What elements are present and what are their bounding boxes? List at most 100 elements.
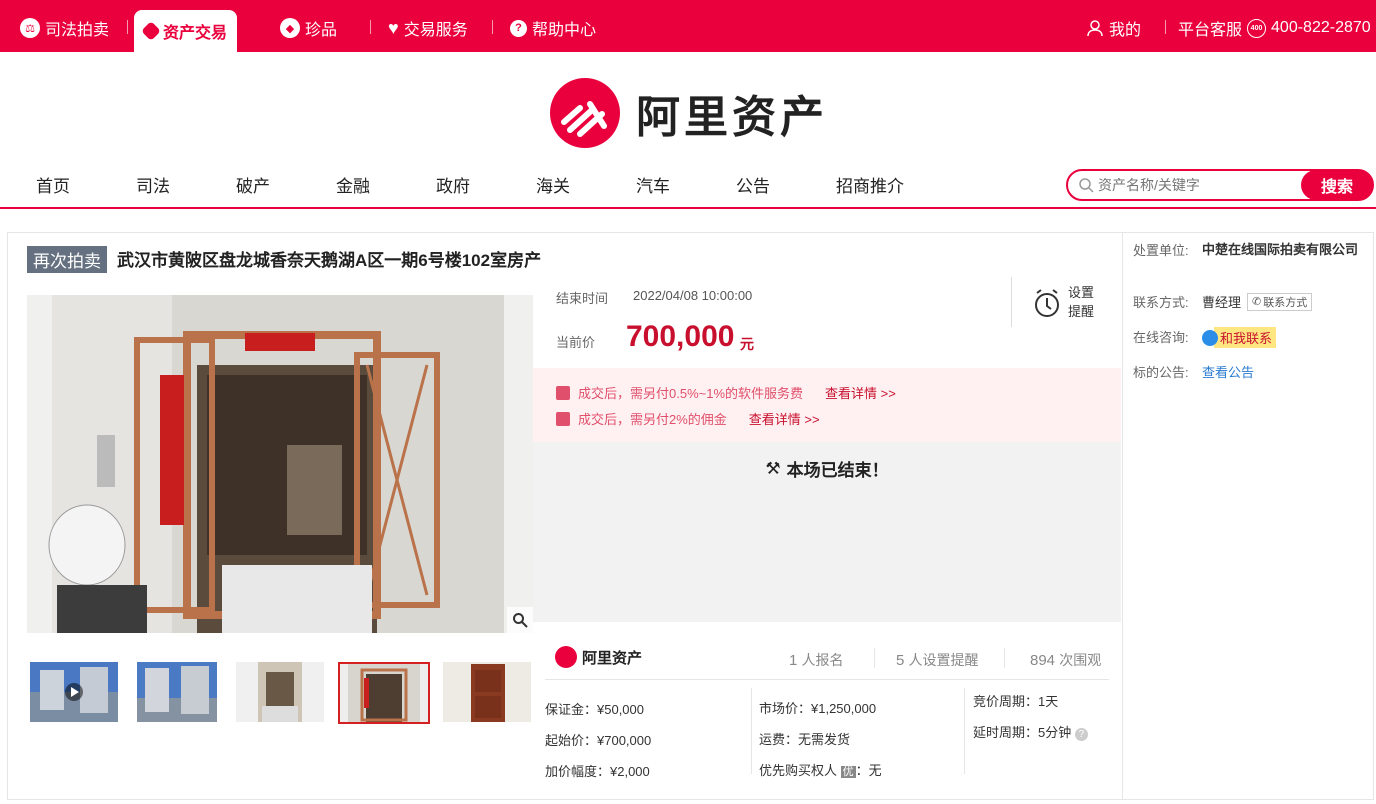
fee-row-service: 成交后，需另付0.5%~1%的软件服务费 查看详情 >>: [556, 383, 896, 402]
bid-period: 竞价周期：1天: [973, 694, 1059, 709]
auction-ended-panel: ⚒ 本场已结束！: [533, 442, 1121, 622]
diamond-icon: [141, 21, 161, 41]
zoom-icon[interactable]: [507, 607, 533, 633]
market-price: 市场价：¥1,250,000: [759, 701, 877, 716]
start-price: 起始价：¥700,000: [545, 733, 652, 748]
wallet-icon: [556, 411, 570, 426]
separator: [127, 20, 128, 34]
thumbnail-front-door[interactable]: [443, 662, 531, 722]
alarm-clock-icon: [1035, 289, 1059, 317]
gem-icon: ◆: [280, 18, 300, 38]
hotline-icon: 400: [1247, 18, 1267, 38]
heart-icon: ♥: [388, 17, 399, 38]
reminder-stat: 5 人设置提醒: [896, 652, 979, 669]
main-photo[interactable]: [27, 295, 533, 633]
help-icon[interactable]: ?: [1074, 728, 1088, 741]
thumbnail-building[interactable]: [137, 662, 225, 722]
re-auction-tag: 再次拍卖: [27, 246, 107, 273]
topbar-asset-trade[interactable]: 资产交易: [134, 10, 238, 52]
user-icon: [1087, 20, 1103, 37]
separator: [1165, 20, 1166, 34]
unit-value: 中楚在线国际拍卖有限公司: [1202, 242, 1359, 257]
divider: [751, 688, 752, 774]
gavel-badge-icon: ⚖: [20, 18, 40, 38]
consult-label: 在线咨询:: [1133, 330, 1189, 345]
consult-button[interactable]: 和我联系: [1202, 327, 1277, 348]
question-icon: ?: [510, 19, 527, 37]
nav-notice[interactable]: 公告: [736, 172, 770, 197]
ali-asset-logo-icon: [550, 78, 620, 148]
contact-row: 曹经理 ✆ 联系方式: [1202, 292, 1313, 311]
topbar-customer-service[interactable]: 平台客服 400 400-822-2870: [1178, 10, 1371, 46]
shipping: 运费：无需发货: [759, 732, 851, 747]
delay-period: 延时周期：5分钟 ?: [973, 717, 1088, 748]
nav-home[interactable]: 首页: [36, 172, 70, 197]
divider: [964, 688, 965, 774]
current-price: 700,000: [626, 320, 735, 353]
nav-government[interactable]: 政府: [436, 172, 470, 197]
ali-asset-logo-icon: [555, 646, 577, 668]
ended-message: ⚒ 本场已结束！: [765, 458, 889, 481]
search-input[interactable]: [1094, 177, 1301, 193]
notice-link[interactable]: 查看公告: [1202, 362, 1254, 381]
details-col-3: 竞价周期：1天 延时周期：5分钟 ?: [973, 686, 1088, 748]
nav-investment[interactable]: 招商推介: [836, 172, 904, 197]
chat-icon: [1202, 329, 1218, 346]
sidebar: [1122, 232, 1374, 800]
search-icon: [1079, 178, 1094, 193]
nav-divider: [0, 207, 1376, 209]
price-label: 当前价: [556, 335, 596, 350]
topbar-my-account[interactable]: 我的: [1086, 10, 1141, 46]
stats-brand: 阿里资产: [555, 646, 642, 668]
stats-panel: 阿里资产 1 人报名 5 人设置提醒 894 次围观 保证金：¥50,000 起…: [533, 622, 1121, 798]
brand-name: 阿里资产: [636, 93, 828, 142]
topbar-treasures[interactable]: ◆ 珍品: [280, 10, 337, 46]
details-col-1: 保证金：¥50,000 起始价：¥700,000 加价幅度：¥2,000: [545, 694, 651, 787]
divider: [1011, 277, 1012, 327]
thumbnail-video[interactable]: [30, 662, 118, 722]
unit-label: 处置单位:: [1133, 243, 1189, 258]
brand-logo[interactable]: 阿里资产: [550, 78, 828, 148]
topbar-judicial-auction[interactable]: ⚖ 司法拍卖: [20, 10, 109, 46]
price-unit: 元: [740, 336, 754, 352]
thumbnail-door-selected[interactable]: [338, 662, 430, 724]
search-button[interactable]: 搜索: [1301, 170, 1373, 200]
increment: 加价幅度：¥2,000: [545, 764, 650, 779]
nav-auto[interactable]: 汽车: [636, 172, 670, 197]
separator: [370, 20, 371, 34]
top-bar: ⚖ 司法拍卖 资产交易 ◆ 珍品 ♥ 交易服务 ? 帮助中心 我的 平台客服 4…: [0, 0, 1376, 52]
wallet-icon: [556, 385, 570, 400]
fee-detail-link[interactable]: 查看详情 >>: [749, 409, 820, 428]
separator: [492, 20, 493, 34]
search-box: 搜索: [1066, 169, 1374, 201]
auction-title: 武汉市黄陂区盘龙城香奈天鹅湖A区一期6号楼102室房产: [117, 251, 542, 270]
notice-label: 标的公告:: [1133, 365, 1189, 380]
contact-button[interactable]: ✆ 联系方式: [1247, 292, 1313, 311]
priority-badge[interactable]: 优: [840, 766, 856, 778]
nav-finance[interactable]: 金融: [336, 172, 370, 197]
divider: [874, 648, 875, 668]
divider: [1004, 648, 1005, 668]
details-col-2: 市场价：¥1,250,000 运费：无需发货 优先购买权人 优：无: [759, 693, 882, 788]
signup-stat: 1 人报名: [789, 652, 844, 669]
nav-judicial[interactable]: 司法: [136, 172, 170, 197]
set-reminder-label: 设置提醒: [1068, 285, 1095, 319]
end-time-value: 2022/04/08 10:00:00: [633, 288, 753, 303]
nav-customs[interactable]: 海关: [536, 172, 570, 197]
contact-label: 联系方式:: [1133, 295, 1189, 310]
nav-bankruptcy[interactable]: 破产: [236, 172, 270, 197]
fee-notice: 成交后，需另付0.5%~1%的软件服务费 查看详情 >> 成交后，需另付2%的佣…: [533, 368, 1121, 442]
topbar-trade-service[interactable]: ♥ 交易服务: [388, 10, 468, 46]
priority-buyer: 优先购买权人 优：无: [759, 763, 882, 778]
gavel-icon: ⚒: [765, 458, 781, 478]
views-stat: 894 次围观: [1030, 652, 1102, 669]
fee-row-commission: 成交后，需另付2%的佣金 查看详情 >>: [556, 409, 820, 428]
fee-detail-link[interactable]: 查看详情 >>: [825, 383, 896, 402]
thumbnail-entrance[interactable]: [236, 662, 324, 722]
phone-icon: ✆: [1252, 296, 1262, 308]
divider: [545, 679, 1109, 680]
deposit: 保证金：¥50,000: [545, 702, 644, 717]
contact-name: 曹经理: [1202, 295, 1242, 310]
end-time-label: 结束时间: [556, 291, 609, 306]
topbar-help-center[interactable]: ? 帮助中心: [510, 10, 596, 46]
